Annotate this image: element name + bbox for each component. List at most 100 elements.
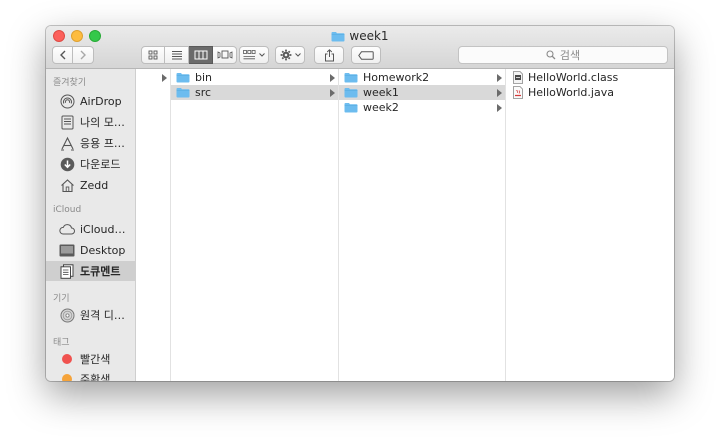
- browser-column-3[interactable]: HelloWorld.class HelloWorld.java: [506, 69, 674, 381]
- file-row-helloworld-java[interactable]: HelloWorld.java: [506, 85, 674, 100]
- sidebar-item-icloud-drive[interactable]: iCloud…: [46, 219, 135, 239]
- search-field[interactable]: 검색: [458, 46, 668, 64]
- back-button[interactable]: [52, 46, 73, 64]
- folder-row-homework2[interactable]: Homework2: [339, 70, 505, 85]
- folder-icon: [344, 88, 358, 98]
- sidebar: 즐겨찾기 AirDrop 나의 모… 응용 프… 다운로드 Zedd iClou…: [46, 69, 136, 381]
- sidebar-item-applications[interactable]: 응용 프…: [46, 133, 135, 153]
- disclosure-arrow-icon: [330, 74, 335, 82]
- home-icon: [59, 177, 75, 193]
- folder-name: Homework2: [363, 71, 430, 84]
- disclosure-arrow-icon: [497, 74, 502, 82]
- arrange-button[interactable]: [239, 46, 269, 64]
- desktop-icon: [59, 242, 75, 258]
- chevron-right-icon: [80, 50, 86, 60]
- disclosure-arrow-icon: [497, 89, 502, 97]
- sidebar-item-airdrop[interactable]: AirDrop: [46, 91, 135, 111]
- cover-flow-view-icon: [217, 50, 232, 59]
- disclosure-arrow-icon: [497, 104, 502, 112]
- sidebar-heading-icloud: iCloud: [53, 205, 82, 215]
- java-file-icon: [513, 86, 523, 99]
- arrange-grid-icon: [243, 50, 256, 60]
- sidebar-heading-tags: 태그: [53, 338, 70, 348]
- disclosure-arrow-icon: [162, 74, 167, 82]
- applications-icon: [59, 135, 75, 151]
- forward-button[interactable]: [73, 46, 94, 64]
- file-name: HelloWorld.class: [528, 71, 619, 84]
- sidebar-item-label: 응용 프…: [80, 137, 125, 150]
- sidebar-item-home[interactable]: Zedd: [46, 175, 135, 195]
- folder-name: week2: [363, 101, 399, 114]
- sidebar-item-label: 도큐멘트: [80, 265, 121, 278]
- finder-window: week1 검색 즐겨찾기 AirDrop 나의 모… 응용 프… 다운로드 Z…: [46, 26, 674, 381]
- folder-row-week2[interactable]: week2: [339, 100, 505, 115]
- sidebar-item-documents[interactable]: 도큐멘트: [46, 261, 135, 281]
- sidebar-item-remote-disc[interactable]: 원격 디…: [46, 305, 135, 325]
- sidebar-item-desktop[interactable]: Desktop: [46, 240, 135, 260]
- sidebar-heading-devices: 기기: [53, 294, 70, 304]
- file-row-helloworld-class[interactable]: HelloWorld.class: [506, 70, 674, 85]
- sidebar-item-label: 주황색: [80, 373, 111, 381]
- disclosure-arrow-icon: [330, 89, 335, 97]
- folder-icon: [176, 73, 190, 83]
- sidebar-item-label: 나의 모…: [80, 116, 125, 129]
- share-icon: [324, 48, 334, 61]
- browser-column-2[interactable]: Homework2 week1 week2: [339, 69, 506, 381]
- share-button[interactable]: [314, 46, 344, 64]
- action-button[interactable]: [275, 46, 305, 64]
- sidebar-item-downloads[interactable]: 다운로드: [46, 154, 135, 174]
- search-placeholder: 검색: [559, 49, 581, 62]
- navigation-buttons: [52, 46, 94, 64]
- folder-name: bin: [195, 71, 213, 84]
- browser-column-1[interactable]: bin src: [171, 69, 339, 381]
- folder-icon: [331, 31, 345, 41]
- sidebar-item-my-files[interactable]: 나의 모…: [46, 112, 135, 132]
- sidebar-item-tag-red[interactable]: 빨간색: [46, 349, 135, 369]
- documents-icon: [59, 263, 75, 279]
- tag-icon: [358, 50, 374, 60]
- window-title-area: week1: [46, 29, 674, 43]
- icon-view-icon: [148, 50, 158, 60]
- folder-name: src: [195, 86, 212, 99]
- folder-row-src[interactable]: src: [171, 85, 338, 100]
- folder-icon: [344, 73, 358, 83]
- list-view-icon: [171, 51, 182, 60]
- sidebar-item-label: 빨간색: [80, 353, 111, 366]
- sidebar-item-label: 원격 디…: [80, 309, 125, 322]
- download-icon: [59, 156, 75, 172]
- cover-flow-view-button[interactable]: [213, 46, 237, 64]
- list-view-button[interactable]: [165, 46, 189, 64]
- chevron-down-icon: [259, 53, 265, 57]
- sidebar-heading-favorites: 즐겨찾기: [53, 78, 87, 88]
- folder-row-bin[interactable]: bin: [171, 70, 338, 85]
- chevron-down-icon: [294, 53, 301, 57]
- class-file-icon: [513, 71, 523, 84]
- sidebar-item-label: Zedd: [80, 178, 109, 192]
- folder-row-week1[interactable]: week1: [339, 85, 505, 100]
- column-browser: bin src Homework2 week1 week2 HelloWorld…: [137, 69, 674, 381]
- folder-icon: [344, 103, 358, 113]
- folder-name: week1: [363, 86, 399, 99]
- tag-button[interactable]: [351, 46, 381, 64]
- document-icon: [59, 114, 75, 130]
- gear-icon: [280, 49, 291, 61]
- sidebar-item-label: 다운로드: [80, 158, 121, 171]
- column-view-button[interactable]: [189, 46, 213, 64]
- tag-dot-icon: [62, 374, 72, 381]
- window-title: week1: [349, 29, 389, 43]
- sidebar-item-label: iCloud…: [80, 222, 126, 236]
- airdrop-icon: [59, 93, 75, 109]
- icon-view-button[interactable]: [141, 46, 165, 64]
- search-icon: [546, 50, 556, 60]
- chevron-left-icon: [59, 50, 65, 60]
- sidebar-item-label: AirDrop: [80, 94, 122, 108]
- sidebar-item-label: Desktop: [80, 243, 126, 257]
- sidebar-item-tag-orange[interactable]: 주황색: [46, 369, 135, 381]
- column-view-icon: [194, 50, 207, 60]
- remote-disc-icon: [59, 307, 75, 323]
- tag-dot-icon: [62, 354, 72, 364]
- list-item[interactable]: [137, 70, 170, 85]
- title-bar: week1 검색: [46, 26, 674, 69]
- browser-column-parent[interactable]: [137, 69, 171, 381]
- file-name: HelloWorld.java: [528, 86, 614, 99]
